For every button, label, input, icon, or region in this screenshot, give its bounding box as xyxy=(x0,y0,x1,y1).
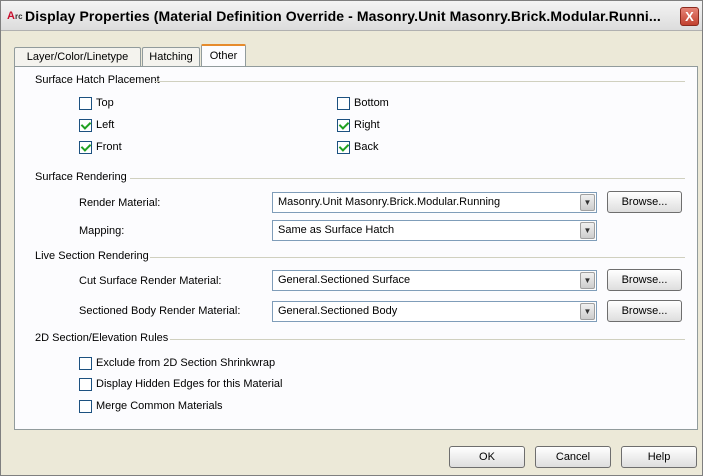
tab-hatching[interactable]: Hatching xyxy=(142,47,200,66)
section-elevation-rules-heading: 2D Section/Elevation Rules xyxy=(35,332,169,344)
bottom-checkbox[interactable] xyxy=(337,97,350,110)
surface-rendering-heading: Surface Rendering xyxy=(35,171,127,183)
divider xyxy=(170,339,685,340)
exclude-shrinkwrap-label: Exclude from 2D Section Shrinkwrap xyxy=(96,357,276,369)
sectioned-body-render-material-dropdown[interactable]: General.Sectioned Body ▼ xyxy=(272,301,597,322)
sectioned-body-render-material-label: Sectioned Body Render Material: xyxy=(79,305,241,317)
chevron-down-icon[interactable]: ▼ xyxy=(580,303,595,320)
help-button[interactable]: Help xyxy=(621,446,697,468)
front-checkbox[interactable] xyxy=(79,141,92,154)
display-hidden-edges-label: Display Hidden Edges for this Material xyxy=(96,378,283,390)
divider xyxy=(130,178,685,179)
right-checkbox[interactable] xyxy=(337,119,350,132)
autocad-architecture-icon: Arc xyxy=(7,10,23,22)
cut-surface-render-material-dropdown[interactable]: General.Sectioned Surface ▼ xyxy=(272,270,597,291)
right-checkbox-label: Right xyxy=(354,119,380,131)
merge-common-materials-label: Merge Common Materials xyxy=(96,400,223,412)
live-section-rendering-heading: Live Section Rendering xyxy=(35,250,149,262)
title-bar[interactable]: Arc Display Properties (Material Definit… xyxy=(1,1,702,31)
other-tab-panel: Surface Hatch Placement Top Bottom Left … xyxy=(14,66,698,430)
cancel-button[interactable]: Cancel xyxy=(535,446,611,468)
cut-surface-render-material-value: General.Sectioned Surface xyxy=(278,274,411,286)
chevron-down-icon[interactable]: ▼ xyxy=(580,194,595,211)
sectioned-body-render-material-value: General.Sectioned Body xyxy=(278,305,398,317)
merge-common-materials-checkbox[interactable] xyxy=(79,400,92,413)
mapping-dropdown[interactable]: Same as Surface Hatch ▼ xyxy=(272,220,597,241)
render-material-value: Masonry.Unit Masonry.Brick.Modular.Runni… xyxy=(278,196,501,208)
top-checkbox-label: Top xyxy=(96,97,114,109)
exclude-shrinkwrap-checkbox[interactable] xyxy=(79,357,92,370)
chevron-down-icon[interactable]: ▼ xyxy=(580,222,595,239)
ok-button[interactable]: OK xyxy=(449,446,525,468)
surface-hatch-placement-heading: Surface Hatch Placement xyxy=(35,74,160,86)
back-checkbox[interactable] xyxy=(337,141,350,154)
divider xyxy=(155,81,685,82)
render-material-browse-button[interactable]: Browse... xyxy=(607,191,682,213)
tab-layer-color-linetype[interactable]: Layer/Color/Linetype xyxy=(14,47,141,66)
chevron-down-icon[interactable]: ▼ xyxy=(580,272,595,289)
cut-surface-browse-button[interactable]: Browse... xyxy=(607,269,682,291)
close-button[interactable]: X xyxy=(680,7,699,26)
display-hidden-edges-checkbox[interactable] xyxy=(79,378,92,391)
render-material-dropdown[interactable]: Masonry.Unit Masonry.Brick.Modular.Runni… xyxy=(272,192,597,213)
divider xyxy=(150,257,685,258)
front-checkbox-label: Front xyxy=(96,141,122,153)
back-checkbox-label: Back xyxy=(354,141,379,153)
top-checkbox[interactable] xyxy=(79,97,92,110)
display-properties-dialog: Arc Display Properties (Material Definit… xyxy=(0,0,703,476)
tab-other[interactable]: Other xyxy=(201,44,246,66)
mapping-value: Same as Surface Hatch xyxy=(278,224,395,236)
render-material-label: Render Material: xyxy=(79,197,161,209)
left-checkbox-label: Left xyxy=(96,119,115,131)
close-icon: X xyxy=(685,9,694,24)
left-checkbox[interactable] xyxy=(79,119,92,132)
mapping-label: Mapping: xyxy=(79,225,125,237)
dialog-title: Display Properties (Material Definition … xyxy=(25,8,661,24)
bottom-checkbox-label: Bottom xyxy=(354,97,389,109)
sectioned-body-browse-button[interactable]: Browse... xyxy=(607,300,682,322)
cut-surface-render-material-label: Cut Surface Render Material: xyxy=(79,275,222,287)
